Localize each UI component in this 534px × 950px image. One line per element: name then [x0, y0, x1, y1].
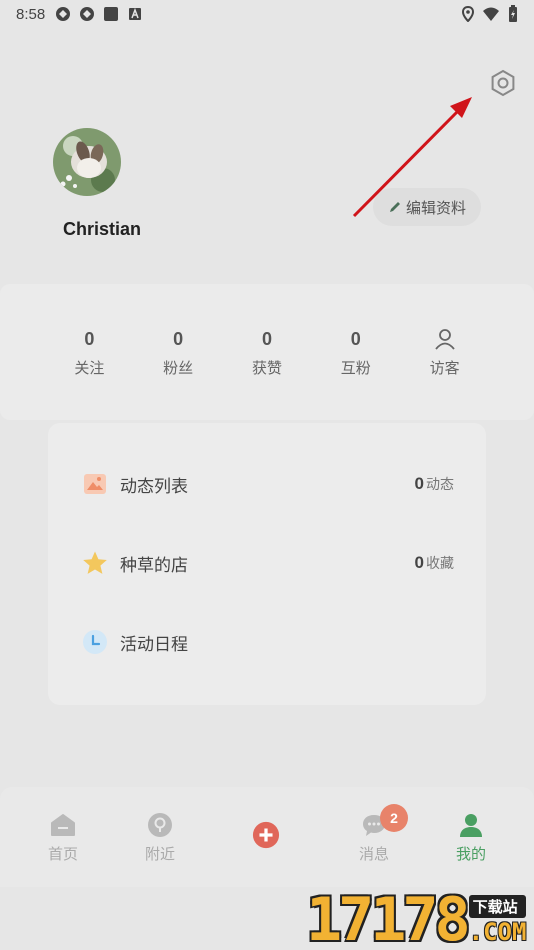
stat-label: 访客 [429, 358, 460, 377]
tab-label: 消息 [358, 845, 389, 863]
watermark-logo: 17178 下载站 .COM [306, 888, 534, 950]
watermark-cn: 下载站 [468, 895, 527, 918]
username: Christian [62, 219, 141, 239]
stat-value: 0 [350, 328, 361, 349]
location-status-icon [462, 6, 474, 22]
star-icon [82, 550, 108, 576]
tab-label: 首页 [47, 845, 78, 863]
stat-mutual[interactable]: 0 互粉 [326, 327, 386, 378]
edit-profile-label: 编辑资料 [405, 198, 466, 217]
status-time: 8:58 [16, 5, 46, 23]
stat-label: 互粉 [340, 358, 371, 377]
menu-item-schedule[interactable]: 活动日程 [48, 612, 486, 672]
square-notification-icon [104, 7, 119, 21]
count-number: 0 [414, 474, 424, 493]
stat-fans[interactable]: 0 粉丝 [148, 327, 208, 378]
tab-label: 我的 [455, 845, 486, 863]
stat-likes[interactable]: 0 获赞 [237, 327, 297, 378]
stat-value: 0 [173, 328, 184, 349]
stat-label: 粉丝 [163, 358, 194, 377]
app-notification-icon-2 [80, 7, 95, 21]
avatar[interactable] [53, 128, 121, 196]
home-icon [49, 811, 77, 839]
watermark-com: .COM [468, 918, 527, 946]
menu-label: 动态列表 [120, 476, 188, 497]
pencil-icon [389, 202, 400, 212]
menu-label: 种草的店 [120, 555, 188, 576]
count-unit: 收藏 [426, 556, 454, 572]
menu-count: 0 动态 [415, 474, 454, 494]
a-notification-icon [129, 7, 142, 20]
tab-mine[interactable]: 我的 [436, 811, 506, 864]
battery-icon [509, 5, 517, 22]
stat-value: 0 [84, 328, 95, 349]
stat-label: 关注 [74, 358, 105, 377]
bottom-tab-bar: 首页 附近 消息 我的 [0, 787, 534, 887]
person-icon [434, 328, 455, 350]
edit-profile-button[interactable]: 编辑资料 [373, 188, 481, 226]
menu-item-posts[interactable]: 动态列表 0 动态 [48, 454, 486, 514]
app-notification-icon [56, 7, 71, 21]
menu-card: 动态列表 0 动态 种草的店 0 收藏 活动日程 [48, 423, 486, 705]
watermark-digits: 17178 [306, 885, 471, 950]
stat-value: 0 [261, 328, 272, 349]
tab-nearby[interactable]: 附近 [125, 811, 195, 864]
count-number: 0 [414, 553, 424, 572]
profile-icon [457, 811, 485, 839]
image-icon [82, 471, 108, 497]
menu-label: 活动日程 [120, 634, 188, 655]
message-badge: 2 [380, 804, 408, 832]
clock-icon [82, 629, 108, 655]
menu-item-favorite-shops[interactable]: 种草的店 0 收藏 [48, 533, 486, 593]
stat-label: 获赞 [251, 358, 282, 377]
stat-following[interactable]: 0 关注 [59, 327, 119, 378]
menu-count: 0 收藏 [415, 553, 454, 573]
count-unit: 动态 [426, 477, 454, 493]
location-icon [146, 811, 174, 839]
tab-label: 附近 [144, 845, 175, 863]
settings-gear-icon[interactable] [488, 68, 518, 98]
stats-card: 0 关注 0 粉丝 0 获赞 0 互粉 访客 [0, 284, 534, 420]
wifi-icon [483, 7, 499, 21]
status-bar: 8:58 [0, 0, 534, 28]
tab-home[interactable]: 首页 [28, 811, 98, 864]
avatar-image [53, 128, 121, 196]
plus-icon [252, 821, 280, 849]
stat-visitors[interactable]: 访客 [415, 327, 475, 378]
tab-create[interactable] [231, 821, 301, 849]
